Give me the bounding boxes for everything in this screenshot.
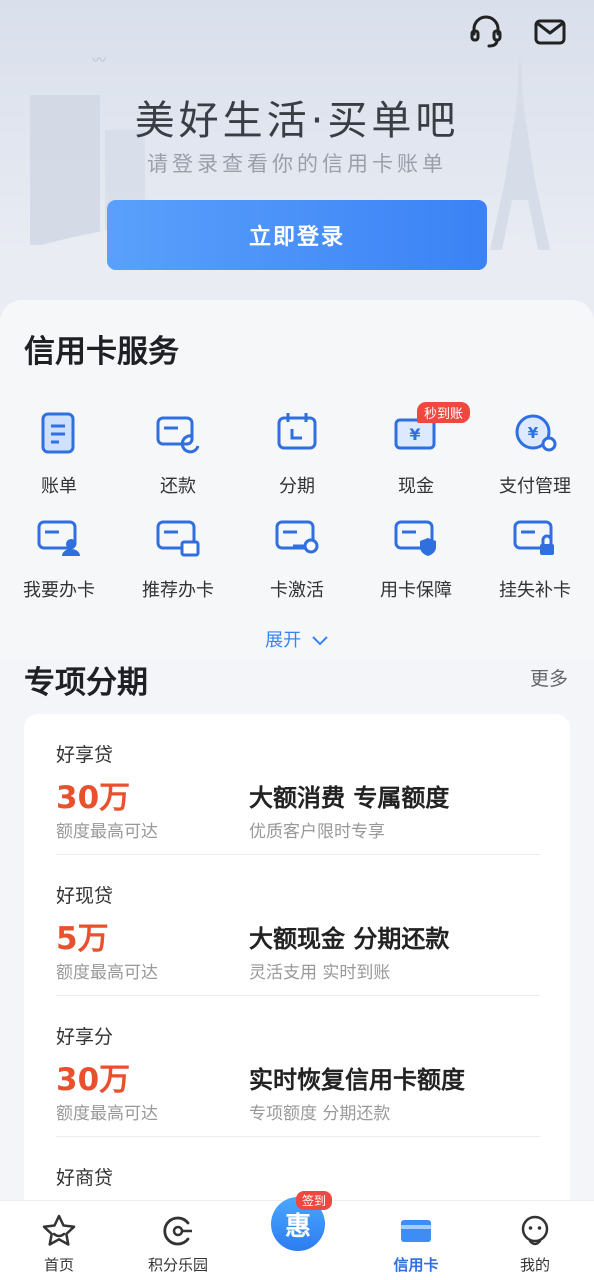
nav-credit-card[interactable]: 信用卡: [357, 1201, 475, 1280]
instant-badge: 秒到账: [417, 402, 471, 423]
expand-toggle[interactable]: 展开: [0, 626, 594, 652]
list-item[interactable]: 好享分 30万 额度最高可达 实时恢复信用卡额度 专项额度 分期还款: [56, 996, 540, 1137]
service-payment-settings[interactable]: ¥ 支付管理: [476, 408, 594, 508]
credit-amount: 30万: [56, 1062, 131, 1098]
credit-amount: 5万: [56, 921, 109, 957]
service-label: 现金: [398, 476, 434, 497]
hero-subtitle: 请登录查看你的信用卡账单: [147, 152, 447, 176]
nav-home[interactable]: 首页: [0, 1201, 118, 1280]
service-label: 账单: [41, 476, 77, 497]
product-name: 好享分: [56, 1026, 114, 1048]
service-label: 推荐办卡: [142, 580, 214, 601]
service-apply-card[interactable]: 我要办卡: [0, 512, 118, 612]
service-label: 分期: [279, 476, 315, 497]
installment-title: 专项分期: [24, 665, 148, 701]
apply-card-icon: [37, 520, 80, 556]
amount-note: 额度最高可达: [56, 1104, 158, 1124]
product-description: 专项额度 分期还款: [249, 1104, 391, 1124]
service-repay[interactable]: 还款: [119, 408, 237, 508]
service-card-protection[interactable]: 用卡保障: [357, 512, 475, 612]
credit-amount: 30万: [56, 780, 131, 816]
bottom-nav: 首页 积分乐园 惠 签到 信用卡 我的: [0, 1191, 594, 1280]
product-headline: 大额现金 分期还款: [249, 925, 450, 953]
service-label: 挂失补卡: [499, 580, 571, 601]
more-link[interactable]: 更多: [530, 664, 568, 691]
services-title: 信用卡服务: [24, 334, 179, 370]
service-lost-card[interactable]: 挂失补卡: [476, 512, 594, 612]
service-label: 卡激活: [270, 580, 324, 601]
product-name: 好现贷: [56, 885, 114, 907]
bird-decoration: 〰: [92, 53, 106, 69]
service-recommend-card[interactable]: 推荐办卡: [119, 512, 237, 612]
product-headline: 大额消费 专属额度: [249, 784, 450, 812]
service-label: 支付管理: [499, 476, 571, 497]
login-button[interactable]: 立即登录: [107, 200, 487, 270]
nav-label: 信用卡: [393, 1256, 439, 1274]
sign-in-icon: 惠: [284, 1211, 311, 1242]
headset-icon[interactable]: [468, 14, 504, 50]
amount-note: 额度最高可达: [56, 963, 158, 983]
home-star-icon: [42, 1214, 76, 1246]
service-cash[interactable]: ¥ 秒到账 现金: [357, 402, 475, 508]
product-description: 灵活支用 实时到账: [249, 963, 391, 983]
installment-list: 好享贷 30万 额度最高可达 大额消费 专属额度 优质客户限时专享 好现贷 5万…: [24, 714, 570, 1234]
service-activate-card[interactable]: 卡激活: [238, 512, 356, 612]
amount-note: 额度最高可达: [56, 822, 158, 842]
service-bill[interactable]: 账单: [0, 408, 118, 508]
product-name: 好商贷: [56, 1167, 114, 1189]
repay-icon: [156, 416, 200, 454]
nav-points[interactable]: 积分乐园: [119, 1201, 237, 1280]
hero-title: 美好生活·买单吧: [134, 98, 460, 144]
svg-text:¥: ¥: [528, 424, 539, 442]
card-protect-icon: [394, 520, 436, 556]
credit-card-icon: [401, 1220, 431, 1242]
points-icon: [163, 1216, 192, 1246]
service-label: 用卡保障: [380, 580, 452, 601]
calendar-icon: [277, 413, 317, 450]
nav-label: 首页: [43, 1256, 74, 1274]
sign-in-badge: 签到: [296, 1191, 333, 1210]
product-description: 优质客户限时专享: [249, 822, 385, 842]
nav-label: 积分乐园: [147, 1256, 208, 1274]
list-item[interactable]: 好享贷 30万 额度最高可达 大额消费 专属额度 优质客户限时专享: [56, 714, 540, 855]
activate-card-icon: [275, 520, 319, 554]
bill-icon: [41, 412, 75, 454]
recommend-card-icon: [156, 520, 200, 557]
expand-label: 展开: [265, 630, 302, 651]
svg-text:¥: ¥: [409, 425, 420, 444]
chevron-down-icon: [312, 636, 328, 646]
list-item[interactable]: 好现贷 5万 额度最高可达 大额现金 分期还款 灵活支用 实时到账: [56, 855, 540, 996]
lost-card-icon: [513, 520, 554, 555]
product-headline: 实时恢复信用卡额度: [249, 1066, 465, 1094]
service-label: 还款: [160, 476, 196, 497]
service-installment[interactable]: 分期: [238, 408, 356, 508]
nav-profile[interactable]: 我的: [476, 1201, 594, 1280]
profile-icon: [521, 1215, 549, 1246]
mail-icon[interactable]: [532, 14, 568, 50]
product-name: 好享贷: [56, 744, 114, 766]
service-label: 我要办卡: [23, 580, 95, 601]
payment-settings-icon: ¥: [515, 414, 557, 452]
nav-label: 我的: [519, 1256, 550, 1274]
